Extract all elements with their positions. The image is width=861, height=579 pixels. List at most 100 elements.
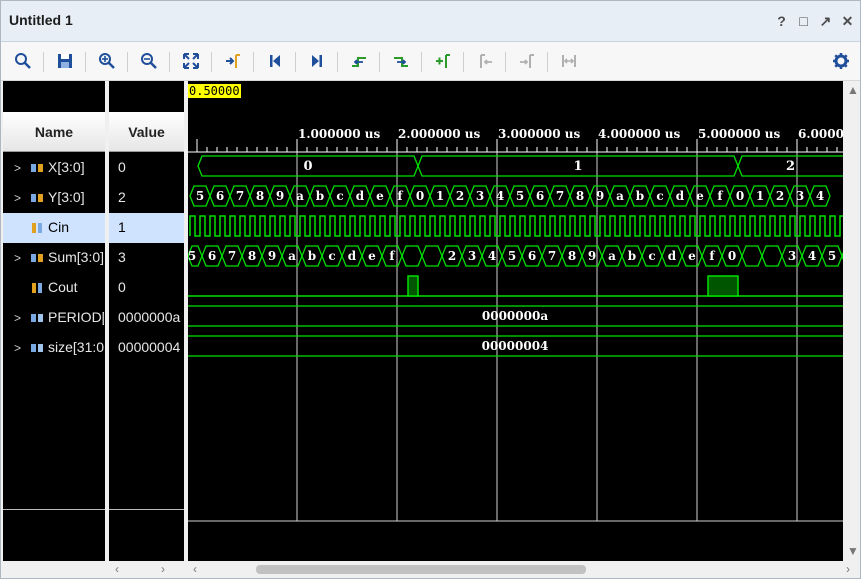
bus-signal-icon: [31, 194, 43, 202]
zoom-out-icon[interactable]: [137, 49, 161, 73]
signal-value-row[interactable]: 1: [109, 213, 184, 243]
scroll-up-icon[interactable]: ▲: [847, 83, 859, 97]
bit-signal-icon: [32, 283, 42, 293]
sum-bus-segment: [761, 245, 783, 267]
y-bus-value: 7: [236, 189, 244, 203]
time-ruler-label: 1.000000 us: [298, 127, 381, 141]
go-to-end-icon[interactable]: [305, 49, 329, 73]
time-ruler-label: 5.000000 us: [698, 127, 781, 141]
sum-bus-value: c: [328, 249, 335, 263]
signal-value: 0000000a: [118, 309, 181, 325]
sum-bus-value: 9: [588, 249, 596, 263]
sum-bus-value: a: [288, 249, 296, 263]
close-icon[interactable]: ✕: [841, 14, 854, 28]
sum-bus-value: b: [308, 249, 316, 263]
size-bus-value: 00000004: [482, 339, 549, 353]
previous-marker-icon[interactable]: [473, 49, 497, 73]
y-bus-value: c: [656, 189, 663, 203]
cin-clock-wave: [189, 215, 843, 237]
y-bus-value: a: [296, 189, 304, 203]
signal-row[interactable]: > size[31:0]: [3, 333, 105, 363]
zoom-fit-icon[interactable]: [179, 49, 203, 73]
signal-row[interactable]: > PERIOD[31:0]: [3, 303, 105, 333]
sum-bus-value: 6: [208, 249, 216, 263]
signal-value-row[interactable]: 0000000a: [109, 303, 184, 333]
y-bus-value: 4: [496, 189, 504, 203]
swap-cursors-icon[interactable]: [557, 49, 581, 73]
y-bus-value: b: [636, 189, 644, 203]
names-scroll-left-icon[interactable]: ‹: [115, 562, 119, 576]
x-bus-value: 1: [573, 159, 582, 174]
waveform-pane[interactable]: 1.000000 us 2.000000 us 3.000000 us 4.00000…: [188, 81, 843, 561]
float-icon[interactable]: ↗: [819, 14, 832, 28]
sum-bus-value: 7: [548, 249, 556, 263]
wave-scroll-right-icon[interactable]: ›: [846, 562, 850, 576]
bus-signal-icon: [31, 164, 43, 172]
y-bus-value: 3: [796, 189, 804, 203]
save-icon[interactable]: [53, 49, 77, 73]
signal-value-row[interactable]: 0: [109, 273, 184, 303]
y-bus-value: c: [336, 189, 343, 203]
signal-name: Sum[3:0]: [48, 249, 104, 265]
window-title: Untitled 1: [9, 12, 73, 28]
sum-bus-value: c: [648, 249, 655, 263]
signal-row[interactable]: > Sum[3:0]: [3, 243, 105, 273]
parameter-signal-icon: [31, 344, 43, 352]
chevron-right-icon[interactable]: >: [14, 161, 21, 175]
next-transition-icon[interactable]: [389, 49, 413, 73]
horizontal-scroll-thumb[interactable]: [256, 565, 586, 574]
signal-value-row[interactable]: 00000004: [109, 333, 184, 363]
zoom-in-icon[interactable]: [95, 49, 119, 73]
wave-scroll-left-icon[interactable]: ‹: [193, 562, 197, 576]
y-bus-value: 6: [216, 189, 224, 203]
sum-bus-value: 5: [188, 249, 196, 263]
chevron-right-icon[interactable]: >: [14, 341, 21, 355]
y-bus-value: b: [316, 189, 324, 203]
waveform-window: Untitled 1 ? □ ↗ ✕ Name > X[3:0] > Y[3:0…: [0, 0, 861, 579]
time-ruler-label: 6.000000 us: [798, 127, 843, 141]
time-ruler-label: 3.000000 us: [498, 127, 581, 141]
next-marker-icon[interactable]: [515, 49, 539, 73]
name-column-header[interactable]: Name: [3, 112, 105, 152]
chevron-right-icon[interactable]: >: [14, 251, 21, 265]
add-marker-icon[interactable]: [431, 49, 455, 73]
signal-row[interactable]: > Y[3:0]: [3, 183, 105, 213]
horizontal-scrollbar[interactable]: ‹ › ‹ ›: [1, 561, 860, 578]
go-to-start-icon[interactable]: [263, 49, 287, 73]
go-to-cursor-icon[interactable]: [221, 49, 245, 73]
y-bus-value: 8: [576, 189, 584, 203]
value-column-header[interactable]: Value: [109, 112, 184, 152]
vertical-scrollbar[interactable]: ▲ ▼: [843, 81, 860, 561]
search-icon[interactable]: [11, 49, 35, 73]
y-bus-value: 5: [196, 189, 204, 203]
gear-icon[interactable]: [829, 49, 853, 73]
sum-bus-value: e: [688, 249, 696, 263]
signal-value-row[interactable]: 3: [109, 243, 184, 273]
sum-bus-value: a: [608, 249, 616, 263]
signal-row[interactable]: Cin: [3, 213, 105, 243]
previous-transition-icon[interactable]: [347, 49, 371, 73]
chevron-right-icon[interactable]: >: [14, 191, 21, 205]
bus-signal-icon: [31, 254, 43, 262]
help-icon[interactable]: ?: [775, 14, 788, 28]
waveform-canvas[interactable]: 1.000000 us 2.000000 us 3.000000 us 4.00000…: [188, 81, 843, 561]
signal-value-row[interactable]: 0: [109, 153, 184, 183]
y-bus-value: 5: [516, 189, 524, 203]
signal-value-row[interactable]: 2: [109, 183, 184, 213]
names-scroll-right-icon[interactable]: ›: [161, 562, 165, 576]
signal-name: Y[3:0]: [48, 189, 85, 205]
sum-bus-value: 3: [788, 249, 796, 263]
parameter-signal-icon: [31, 314, 43, 322]
y-bus-value: 0: [736, 189, 744, 203]
restore-icon[interactable]: □: [797, 14, 810, 28]
sum-bus-value: 4: [488, 249, 496, 263]
chevron-right-icon[interactable]: >: [14, 311, 21, 325]
sum-bus-segment: [401, 245, 423, 267]
signal-row[interactable]: Cout: [3, 273, 105, 303]
scroll-down-icon[interactable]: ▼: [847, 544, 859, 558]
signal-value: 2: [118, 189, 126, 205]
sum-bus-value: e: [368, 249, 376, 263]
signal-value: 0: [118, 159, 126, 175]
x-bus-value: 0: [303, 159, 312, 174]
signal-row[interactable]: > X[3:0]: [3, 153, 105, 183]
